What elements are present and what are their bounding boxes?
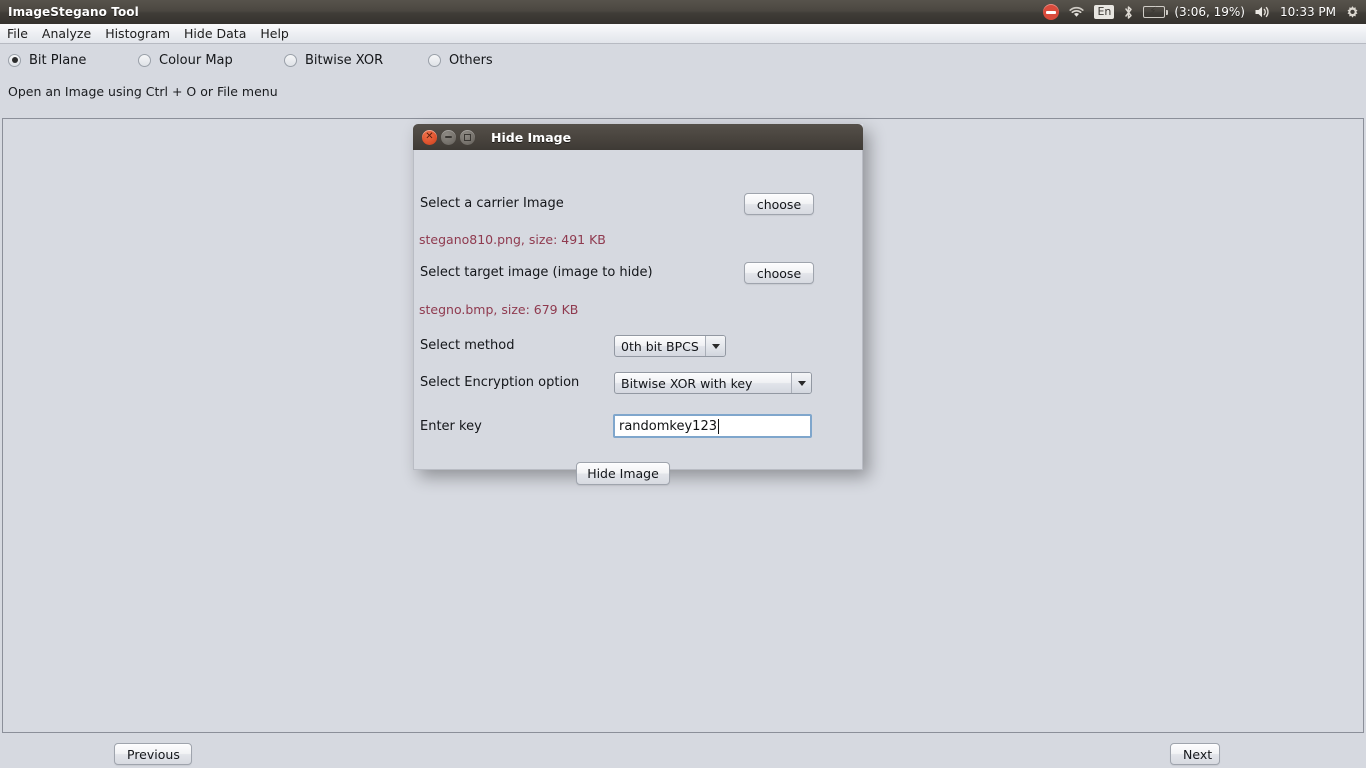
maximize-icon[interactable] — [460, 129, 475, 145]
radio-option-bitwise-xor[interactable]: Bitwise XOR — [284, 53, 383, 68]
dialog-titlebar[interactable]: ✕ Hide Image — [413, 124, 863, 150]
hide-image-submit-button[interactable]: Hide Image — [576, 462, 670, 485]
status-hint-text: Open an Image using Ctrl + O or File men… — [8, 84, 278, 99]
chevron-down-icon[interactable] — [791, 373, 811, 393]
battery-icon[interactable]: ⚡ — [1143, 0, 1169, 24]
next-button[interactable]: Next — [1170, 743, 1220, 765]
menu-item-hide-data[interactable]: Hide Data — [177, 24, 253, 43]
encryption-label: Select Encryption option — [420, 375, 580, 390]
choose-carrier-button[interactable]: choose — [744, 193, 814, 215]
radio-label-colour-map: Colour Map — [159, 52, 233, 68]
language-indicator[interactable]: En — [1094, 0, 1115, 24]
clock[interactable]: 10:33 PM — [1280, 0, 1336, 24]
encryption-selected-value: Bitwise XOR with key — [621, 375, 753, 391]
radio-label-bitwise-xor: Bitwise XOR — [305, 52, 384, 68]
key-input[interactable]: randomkey123 — [613, 414, 812, 438]
volume-icon[interactable] — [1254, 0, 1271, 24]
radio-label-bit-plane: Bit Plane — [29, 52, 87, 68]
gear-icon[interactable] — [1345, 0, 1360, 24]
radio-indicator-others[interactable] — [428, 53, 441, 67]
minimize-icon[interactable] — [441, 129, 456, 145]
carrier-image-label: Select a carrier Image — [420, 196, 564, 211]
menubar: File Analyze Histogram Hide Data Help — [0, 24, 1366, 44]
app-title: ImageStegano Tool — [8, 5, 139, 19]
radio-indicator-bit-plane[interactable] — [8, 53, 21, 67]
target-file-info: stegno.bmp, size: 679 KB — [419, 302, 579, 317]
key-input-value: randomkey123 — [619, 418, 717, 434]
radio-option-bit-plane[interactable]: Bit Plane — [8, 53, 86, 68]
chevron-down-icon[interactable] — [705, 336, 725, 356]
battery-status: (3:06, 19%) — [1174, 5, 1245, 19]
encryption-dropdown[interactable]: Bitwise XOR with key — [614, 372, 812, 394]
method-dropdown[interactable]: 0th bit BPCS — [614, 335, 726, 357]
wifi-icon[interactable] — [1068, 0, 1085, 24]
hide-image-dialog: ✕ Hide Image Select a carrier Image choo… — [413, 124, 863, 485]
stop-icon[interactable] — [1043, 0, 1060, 24]
dialog-title: Hide Image — [491, 129, 572, 145]
menu-item-file[interactable]: File — [0, 24, 35, 43]
menu-item-help[interactable]: Help — [253, 24, 296, 43]
text-caret — [718, 418, 719, 434]
system-panel: ImageStegano Tool En ⚡ (3:06, 19%) 10:33… — [0, 0, 1366, 24]
analysis-mode-options: Bit Plane Colour Map Bitwise XOR Others — [0, 45, 1366, 75]
method-label: Select method — [420, 338, 515, 353]
key-label: Enter key — [420, 419, 482, 434]
dialog-body: Select a carrier Image choose stegano810… — [413, 150, 863, 485]
bluetooth-icon[interactable] — [1123, 0, 1134, 24]
system-tray: En ⚡ (3:06, 19%) 10:33 PM — [1043, 0, 1360, 24]
close-icon[interactable]: ✕ — [422, 129, 437, 145]
radio-option-colour-map[interactable]: Colour Map — [138, 53, 233, 68]
menu-item-histogram[interactable]: Histogram — [98, 24, 177, 43]
radio-option-others[interactable]: Others — [428, 53, 493, 68]
language-label: En — [1094, 5, 1115, 19]
carrier-file-info: stegano810.png, size: 491 KB — [419, 232, 606, 247]
target-image-label: Select target image (image to hide) — [420, 265, 653, 280]
radio-indicator-colour-map[interactable] — [138, 53, 151, 67]
menu-item-analyze[interactable]: Analyze — [35, 24, 98, 43]
previous-button[interactable]: Previous — [114, 743, 192, 765]
radio-label-others: Others — [449, 52, 493, 68]
choose-target-button[interactable]: choose — [744, 262, 814, 284]
radio-indicator-bitwise-xor[interactable] — [284, 53, 297, 67]
method-selected-value: 0th bit BPCS — [621, 338, 699, 354]
